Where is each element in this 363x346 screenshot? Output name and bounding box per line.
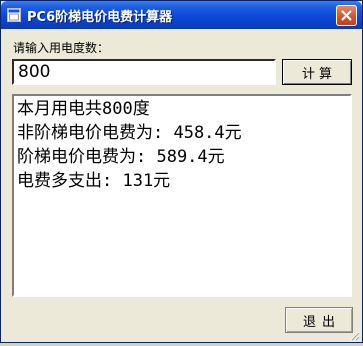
result-line: 电费多支出: 131元 — [17, 171, 171, 191]
window-title: PC6阶梯电价电费计算器 — [27, 10, 173, 25]
result-line: 本月用电共800度 — [17, 99, 150, 119]
resize-grip-icon[interactable] — [348, 328, 360, 341]
result-line: 非阶梯电价电费为: 458.4元 — [17, 123, 242, 143]
result-line: 阶梯电价电费为: 589.4元 — [17, 147, 225, 167]
close-button[interactable] — [336, 5, 357, 26]
close-icon — [341, 10, 352, 21]
calculate-button[interactable]: 计算 — [282, 59, 352, 85]
app-window-icon[interactable] — [7, 8, 21, 22]
calculator-window: PC6阶梯电价电费计算器 请输入用电度数： 计算 本月用电共800度 非阶梯电价… — [0, 0, 363, 343]
result-textarea[interactable]: 本月用电共800度 非阶梯电价电费为: 458.4元 阶梯电价电费为: 589.… — [12, 94, 352, 297]
exit-button[interactable]: 退出 — [285, 307, 353, 333]
amount-input[interactable] — [12, 59, 276, 85]
amount-prompt-label: 请输入用电度数： — [13, 41, 110, 55]
title-bar[interactable]: PC6阶梯电价电费计算器 — [1, 1, 362, 29]
